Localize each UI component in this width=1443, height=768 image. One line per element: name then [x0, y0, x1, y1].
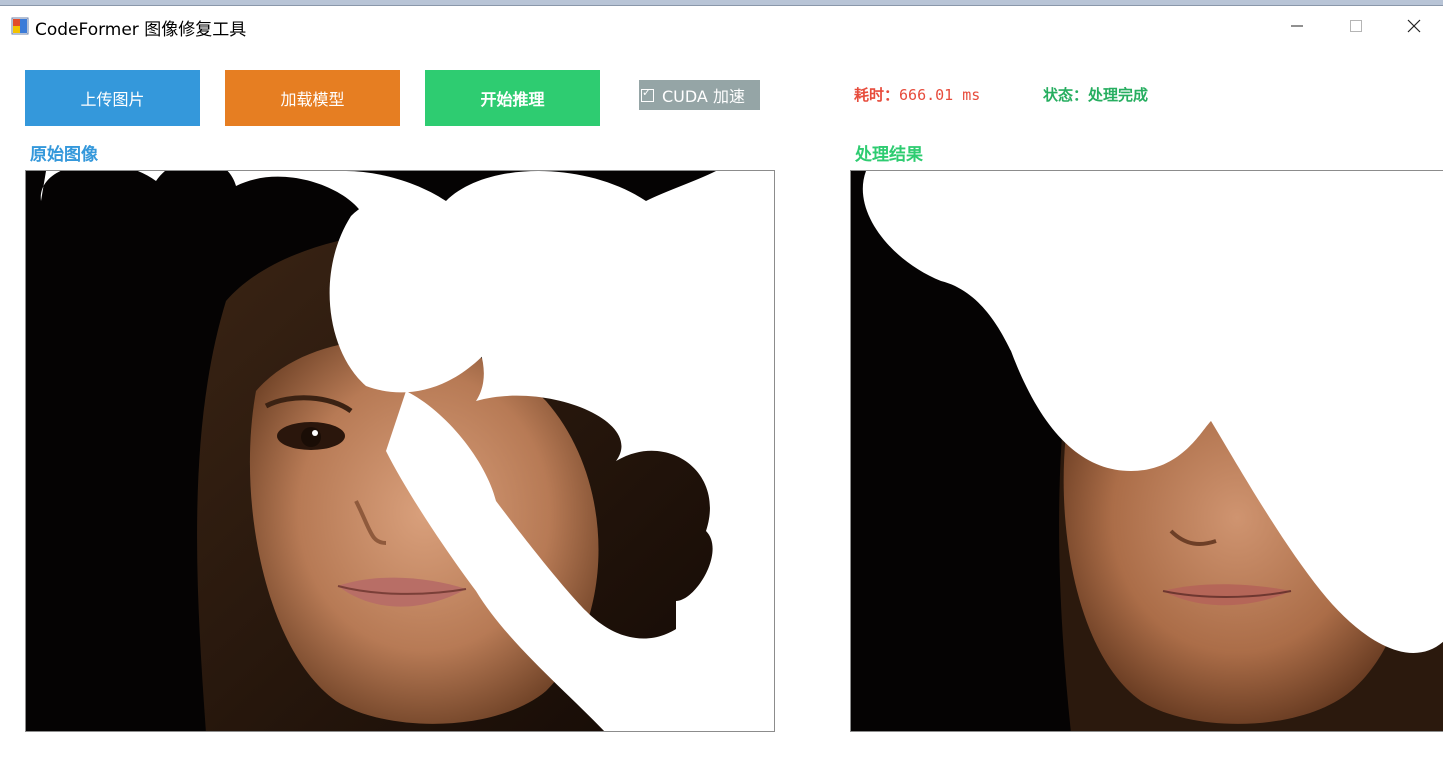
close-button[interactable] [1394, 8, 1434, 44]
result-image-view [850, 170, 1443, 732]
original-image-title: 原始图像 [30, 145, 98, 165]
maximize-icon [1350, 20, 1362, 32]
cuda-checkbox[interactable]: CUDA 加速 [639, 80, 760, 110]
title-bar: CodeFormer 图像修复工具 [0, 6, 1443, 46]
checkbox-checked-icon [641, 86, 654, 102]
minimize-icon [1291, 25, 1303, 27]
close-icon [1407, 19, 1421, 33]
status-text: 状态：处理完成 [1043, 86, 1149, 104]
original-face-image [26, 171, 774, 731]
maximize-button[interactable] [1336, 8, 1376, 44]
result-face-image [851, 171, 1443, 731]
minimize-button[interactable] [1277, 8, 1317, 44]
cuda-label: CUDA 加速 [662, 87, 745, 106]
app-icon [11, 17, 29, 35]
original-image-view [25, 170, 775, 732]
result-image-title: 处理结果 [855, 145, 923, 165]
load-model-button[interactable]: 加载模型 [225, 70, 400, 126]
start-inference-button[interactable]: 开始推理 [425, 70, 600, 126]
elapsed-time-label: 耗时： [854, 86, 900, 104]
elapsed-time-value: 666.01 ms [899, 86, 981, 104]
elapsed-time: 耗时：666.01 ms [854, 84, 980, 105]
window-title: CodeFormer 图像修复工具 [35, 20, 247, 40]
upload-image-button[interactable]: 上传图片 [25, 70, 200, 126]
